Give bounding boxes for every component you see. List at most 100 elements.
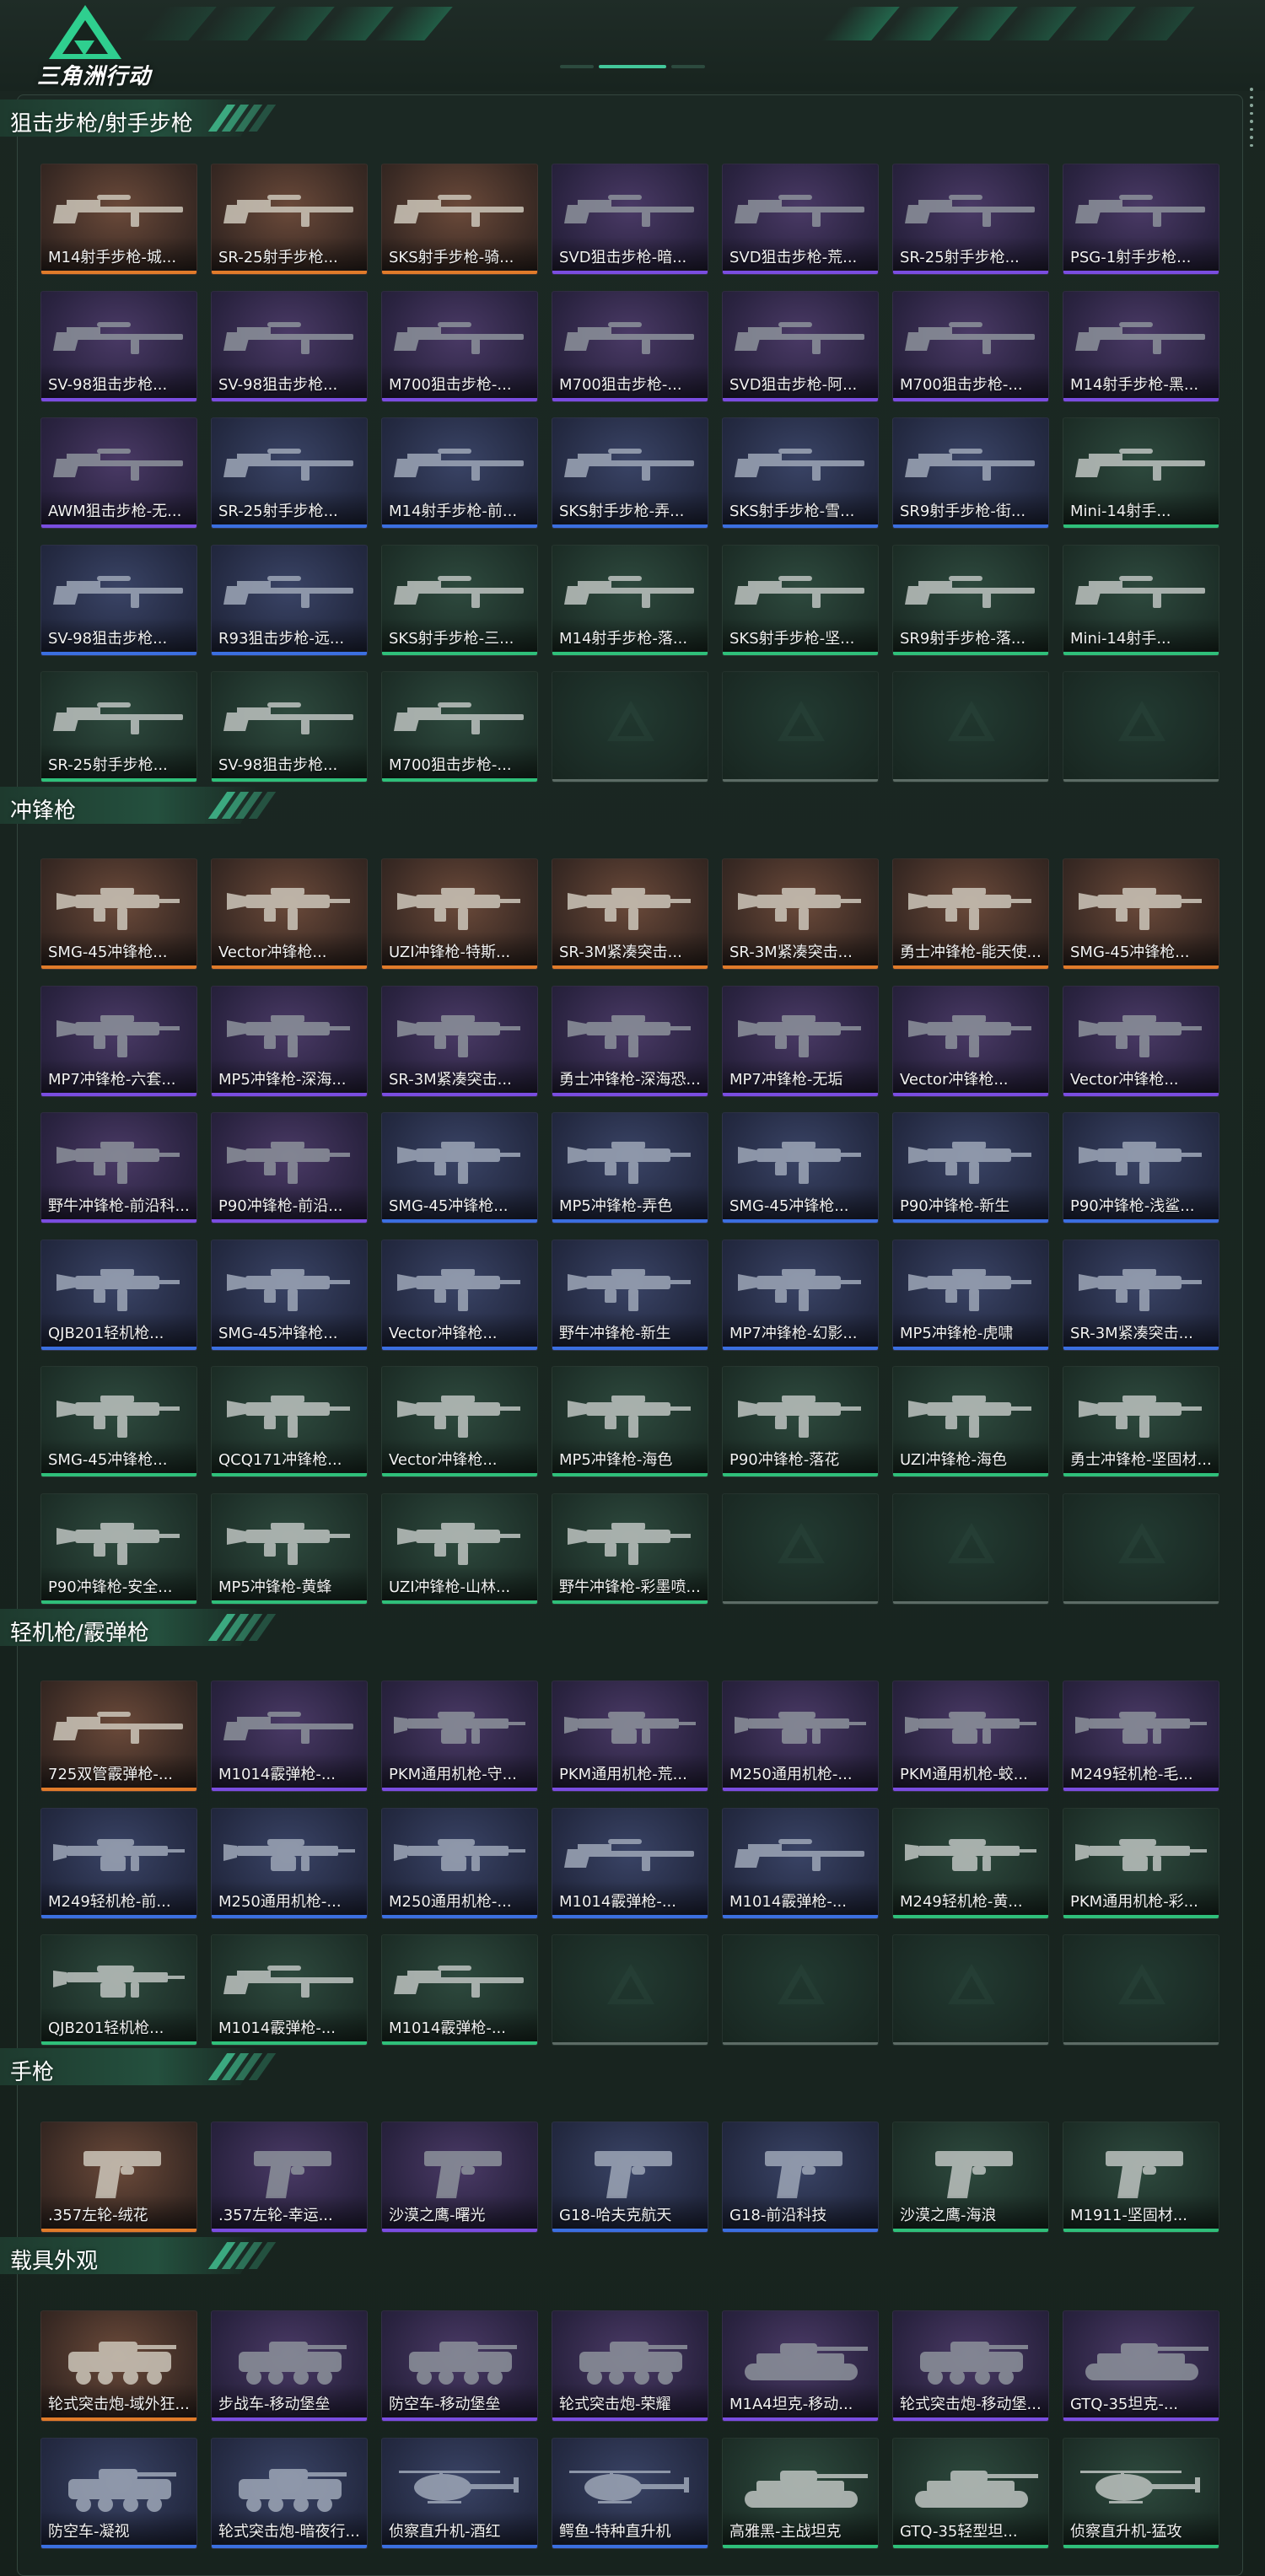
- skin-card[interactable]: MP7冲锋枪-幻影...: [722, 1240, 879, 1351]
- skin-card[interactable]: P90冲锋枪-浅鲨...: [1063, 1112, 1219, 1223]
- skin-card[interactable]: UZI冲锋枪-山林...: [381, 1493, 538, 1605]
- skin-card[interactable]: P90冲锋枪-落花: [722, 1366, 879, 1477]
- skin-card[interactable]: SMG-45冲锋枪...: [722, 1112, 879, 1223]
- skin-card[interactable]: SV-98狙击步枪...: [211, 291, 368, 402]
- skin-card[interactable]: AWM狙击步枪-无...: [40, 417, 197, 529]
- skin-card[interactable]: SR9射手步枪-落...: [892, 545, 1049, 656]
- skin-card[interactable]: UZI冲锋枪-海色: [892, 1366, 1049, 1477]
- skin-card[interactable]: PKM通用机枪-蛟...: [892, 1681, 1049, 1792]
- skin-card[interactable]: 沙漠之鹰-海浪: [892, 2122, 1049, 2233]
- skin-card[interactable]: 轮式突击炮-域外狂...: [40, 2310, 197, 2422]
- skin-card[interactable]: Vector冲锋枪...: [211, 858, 368, 970]
- skin-card[interactable]: GTQ-35轻型坦...: [892, 2438, 1049, 2549]
- skin-card[interactable]: SR-3M紧凑突击...: [552, 858, 708, 970]
- skin-card[interactable]: SVD狙击步枪-荒...: [722, 164, 879, 275]
- skin-card[interactable]: QJB201轻机枪...: [40, 1240, 197, 1351]
- skin-card[interactable]: SKS射手步枪-坚...: [722, 545, 879, 656]
- skin-card[interactable]: M14射手步枪-前...: [381, 417, 538, 529]
- skin-card[interactable]: SKS射手步枪-骑...: [381, 164, 538, 275]
- skin-card[interactable]: G18-前沿科技: [722, 2122, 879, 2233]
- skin-card[interactable]: P90冲锋枪-新生: [892, 1112, 1049, 1223]
- skin-card[interactable]: SR-25射手步枪...: [211, 164, 368, 275]
- skin-card[interactable]: 侦察直升机-猛攻: [1063, 2438, 1219, 2549]
- skin-card[interactable]: MP7冲锋枪-六套...: [40, 986, 197, 1097]
- skin-card[interactable]: 725双管霰弹枪-...: [40, 1681, 197, 1792]
- skin-card[interactable]: M700狙击步枪-...: [381, 671, 538, 782]
- skin-card[interactable]: M700狙击步枪-...: [381, 291, 538, 402]
- skin-card[interactable]: M1014霰弹枪-...: [552, 1808, 708, 1919]
- skin-card[interactable]: 防空车-移动堡垒: [381, 2310, 538, 2422]
- skin-card[interactable]: M1014霰弹枪-...: [381, 1934, 538, 2046]
- skin-card[interactable]: MP5冲锋枪-深海...: [211, 986, 368, 1097]
- skin-card[interactable]: 轮式突击炮-荣耀: [552, 2310, 708, 2422]
- skin-card[interactable]: GTQ-35坦克-...: [1063, 2310, 1219, 2422]
- skin-card[interactable]: M1014霰弹枪-...: [722, 1808, 879, 1919]
- skin-card[interactable]: M249轻机枪-前...: [40, 1808, 197, 1919]
- skin-card[interactable]: M1911-坚固材...: [1063, 2122, 1219, 2233]
- skin-card[interactable]: PKM通用机枪-荒...: [552, 1681, 708, 1792]
- skin-card[interactable]: M14射手步枪-城...: [40, 164, 197, 275]
- skin-card[interactable]: SMG-45冲锋枪...: [381, 1112, 538, 1223]
- skin-card[interactable]: MP5冲锋枪-海色: [552, 1366, 708, 1477]
- skin-card[interactable]: SKS射手步枪-弄...: [552, 417, 708, 529]
- skin-card[interactable]: Vector冲锋枪...: [381, 1240, 538, 1351]
- skin-card[interactable]: SMG-45冲锋枪...: [40, 1366, 197, 1477]
- skin-card[interactable]: UZI冲锋枪-特斯...: [381, 858, 538, 970]
- skin-card[interactable]: SVD狙击步枪-阿...: [722, 291, 879, 402]
- skin-card[interactable]: SR-25射手步枪...: [211, 417, 368, 529]
- skin-card[interactable]: .357左轮-幸运...: [211, 2122, 368, 2233]
- skin-card[interactable]: SR9射手步枪-街...: [892, 417, 1049, 529]
- skin-card[interactable]: M700狙击步枪-...: [552, 291, 708, 402]
- skin-card[interactable]: SKS射手步枪-雪...: [722, 417, 879, 529]
- skin-card[interactable]: SR-25射手步枪...: [40, 671, 197, 782]
- skin-card[interactable]: R93狙击步枪-远...: [211, 545, 368, 656]
- skin-card[interactable]: Vector冲锋枪...: [381, 1366, 538, 1477]
- skin-card[interactable]: Mini-14射手...: [1063, 545, 1219, 656]
- skin-card[interactable]: M250通用机枪-...: [211, 1808, 368, 1919]
- skin-card[interactable]: SR-25射手步枪...: [892, 164, 1049, 275]
- skin-card[interactable]: M700狙击步枪-...: [892, 291, 1049, 402]
- skin-card[interactable]: 勇士冲锋枪-能天使...: [892, 858, 1049, 970]
- skin-card[interactable]: MP7冲锋枪-无垢: [722, 986, 879, 1097]
- skin-card[interactable]: SMG-45冲锋枪...: [211, 1240, 368, 1351]
- skin-card[interactable]: 轮式突击炮-移动堡...: [892, 2310, 1049, 2422]
- skin-card[interactable]: 鳄鱼-特种直升机: [552, 2438, 708, 2549]
- skin-card[interactable]: 防空车-凝视: [40, 2438, 197, 2549]
- skin-card[interactable]: M250通用机枪-...: [381, 1808, 538, 1919]
- skin-card[interactable]: .357左轮-绒花: [40, 2122, 197, 2233]
- skin-card[interactable]: M249轻机枪-毛...: [1063, 1681, 1219, 1792]
- skin-card[interactable]: M14射手步枪-落...: [552, 545, 708, 656]
- skin-card[interactable]: 野牛冲锋枪-彩墨喷...: [552, 1493, 708, 1605]
- skin-card[interactable]: P90冲锋枪-前沿...: [211, 1112, 368, 1223]
- skin-card[interactable]: G18-哈夫克航天: [552, 2122, 708, 2233]
- skin-card[interactable]: SR-3M紧凑突击...: [722, 858, 879, 970]
- skin-card[interactable]: 勇士冲锋枪-深海恐...: [552, 986, 708, 1097]
- skin-card[interactable]: MP5冲锋枪-黄蜂: [211, 1493, 368, 1605]
- skin-card[interactable]: 沙漠之鹰-曙光: [381, 2122, 538, 2233]
- skin-card[interactable]: SV-98狙击步枪...: [40, 545, 197, 656]
- skin-card[interactable]: SVD狙击步枪-暗...: [552, 164, 708, 275]
- skin-card[interactable]: SV-98狙击步枪...: [40, 291, 197, 402]
- skin-card[interactable]: Vector冲锋枪...: [1063, 986, 1219, 1097]
- skin-card[interactable]: SV-98狙击步枪...: [211, 671, 368, 782]
- skin-card[interactable]: 野牛冲锋枪-新生: [552, 1240, 708, 1351]
- skin-card[interactable]: 野牛冲锋枪-前沿科...: [40, 1112, 197, 1223]
- skin-card[interactable]: SMG-45冲锋枪...: [1063, 858, 1219, 970]
- skin-card[interactable]: MP5冲锋枪-弄色: [552, 1112, 708, 1223]
- skin-card[interactable]: 步战车-移动堡垒: [211, 2310, 368, 2422]
- skin-card[interactable]: PKM通用机枪-守...: [381, 1681, 538, 1792]
- skin-card[interactable]: 侦察直升机-酒红: [381, 2438, 538, 2549]
- scroll-handle[interactable]: [1250, 88, 1255, 147]
- skin-card[interactable]: Vector冲锋枪...: [892, 986, 1049, 1097]
- skin-card[interactable]: SR-3M紧凑突击...: [1063, 1240, 1219, 1351]
- skin-card[interactable]: PKM通用机枪-彩...: [1063, 1808, 1219, 1919]
- skin-card[interactable]: M250通用机枪-...: [722, 1681, 879, 1792]
- skin-card[interactable]: MP5冲锋枪-虎啸: [892, 1240, 1049, 1351]
- skin-card[interactable]: 勇士冲锋枪-坚固材...: [1063, 1366, 1219, 1477]
- skin-card[interactable]: P90冲锋枪-安全...: [40, 1493, 197, 1605]
- skin-card[interactable]: M1014霰弹枪-...: [211, 1934, 368, 2046]
- skin-card[interactable]: SMG-45冲锋枪...: [40, 858, 197, 970]
- skin-card[interactable]: PSG-1射手步枪...: [1063, 164, 1219, 275]
- skin-card[interactable]: SKS射手步枪-三...: [381, 545, 538, 656]
- skin-card[interactable]: Mini-14射手...: [1063, 417, 1219, 529]
